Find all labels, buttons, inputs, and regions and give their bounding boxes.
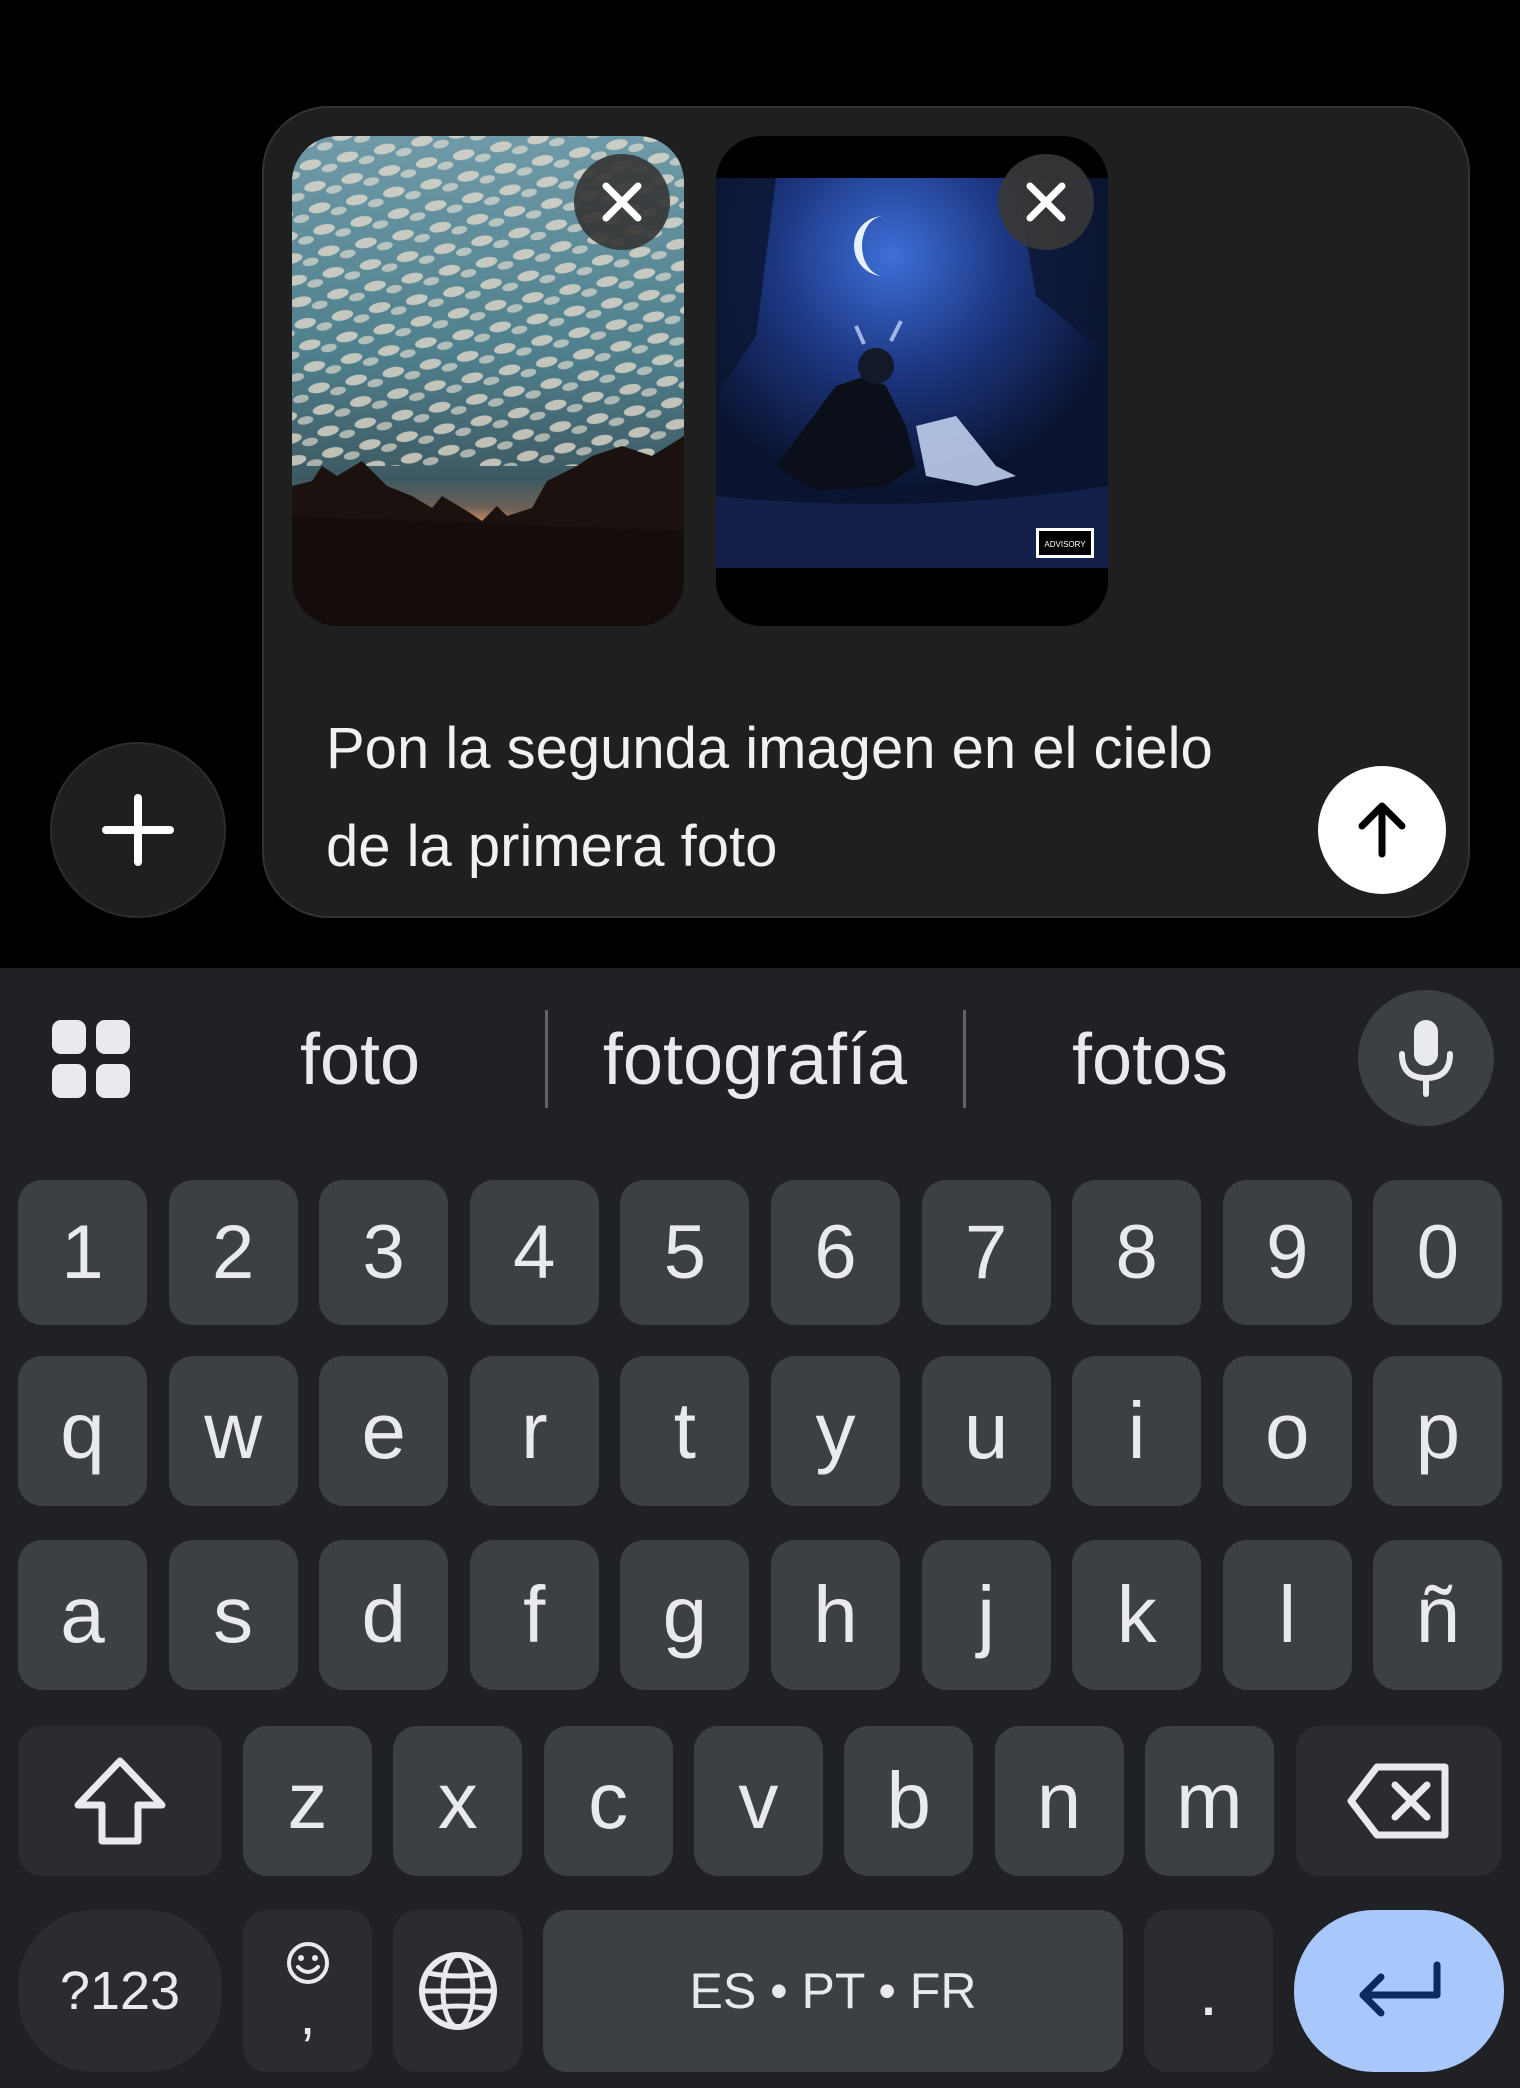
key-d[interactable]: d <box>319 1540 449 1690</box>
key-b[interactable]: b <box>844 1726 974 1876</box>
key-u[interactable]: u <box>921 1356 1051 1506</box>
shift-icon <box>74 1757 166 1845</box>
microphone-icon <box>1399 1020 1453 1097</box>
key-w[interactable]: w <box>168 1356 298 1506</box>
comma-label: , <box>299 1983 316 2046</box>
add-attachment-button[interactable] <box>50 742 226 918</box>
emoji-icon <box>286 1942 329 1984</box>
send-button[interactable] <box>1318 766 1446 894</box>
keyboard: foto fotografía fotos 1234567890 qwertyui… <box>0 968 1520 2088</box>
globe-icon <box>418 1952 497 2030</box>
key-2[interactable]: 2 <box>168 1180 298 1325</box>
key-l[interactable]: l <box>1222 1540 1352 1690</box>
language-key[interactable] <box>393 1910 522 2072</box>
key-i[interactable]: i <box>1072 1356 1202 1506</box>
suggestion-divider <box>545 1010 548 1108</box>
comma-emoji-key[interactable]: , <box>243 1910 372 2072</box>
suggestion-1[interactable]: foto <box>220 1010 500 1110</box>
prompt-input[interactable]: Pon la segunda imagen en el cielo de la … <box>326 700 1226 896</box>
key-p[interactable]: p <box>1373 1356 1503 1506</box>
remove-attachment-button[interactable] <box>998 154 1094 250</box>
key-o[interactable]: o <box>1222 1356 1352 1506</box>
key-n[interactable]: n <box>994 1726 1124 1876</box>
key-v[interactable]: v <box>693 1726 823 1876</box>
key-j[interactable]: j <box>921 1540 1051 1690</box>
key-q[interactable]: q <box>18 1356 147 1506</box>
attachment-sky-photo[interactable] <box>292 136 684 626</box>
symbols-key[interactable]: ?123 <box>18 1910 222 2072</box>
key-z[interactable]: z <box>243 1726 372 1876</box>
key-c[interactable]: c <box>543 1726 673 1876</box>
key-4[interactable]: 4 <box>469 1180 599 1325</box>
space-key[interactable]: ES • PT • FR <box>543 1910 1123 2072</box>
plus-icon <box>102 794 174 866</box>
close-icon <box>1026 182 1066 222</box>
enter-arrow-icon <box>1359 1961 1441 2017</box>
apps-grid-icon[interactable] <box>52 1020 130 1098</box>
key-a[interactable]: a <box>18 1540 147 1690</box>
key-1[interactable]: 1 <box>18 1180 147 1325</box>
key-g[interactable]: g <box>620 1540 750 1690</box>
key-3[interactable]: 3 <box>319 1180 449 1325</box>
period-key[interactable]: . <box>1144 1910 1273 2072</box>
key-r[interactable]: r <box>469 1356 599 1506</box>
key-y[interactable]: y <box>771 1356 900 1506</box>
suggestion-divider <box>963 1010 966 1108</box>
enter-key[interactable] <box>1294 1910 1504 2072</box>
key-6[interactable]: 6 <box>771 1180 900 1325</box>
key-8[interactable]: 8 <box>1072 1180 1202 1325</box>
key-s[interactable]: s <box>168 1540 298 1690</box>
arrow-up-icon <box>1358 802 1406 858</box>
key-9[interactable]: 9 <box>1222 1180 1352 1325</box>
key-x[interactable]: x <box>393 1726 523 1876</box>
remove-attachment-button[interactable] <box>574 154 670 250</box>
key-m[interactable]: m <box>1144 1726 1274 1876</box>
key-5[interactable]: 5 <box>620 1180 750 1325</box>
backspace-icon <box>1347 1763 1449 1839</box>
suggestion-3[interactable]: fotos <box>1000 1010 1300 1110</box>
key-0[interactable]: 0 <box>1373 1180 1503 1325</box>
key-7[interactable]: 7 <box>921 1180 1051 1325</box>
backspace-key[interactable] <box>1296 1726 1502 1876</box>
parental-advisory-badge: ADVISORY <box>1044 540 1086 549</box>
message-composer: ADVISORY Pon la segunda imagen en el cie… <box>262 106 1470 918</box>
attachment-album-cover[interactable]: ADVISORY <box>716 136 1108 626</box>
suggestion-bar: foto fotografía fotos <box>0 968 1520 1126</box>
shift-key[interactable] <box>18 1726 222 1876</box>
key-k[interactable]: k <box>1072 1540 1202 1690</box>
key-f[interactable]: f <box>469 1540 599 1690</box>
close-icon <box>602 182 642 222</box>
key-t[interactable]: t <box>620 1356 750 1506</box>
key-h[interactable]: h <box>771 1540 900 1690</box>
voice-input-button[interactable] <box>1358 990 1494 1126</box>
key-ñ[interactable]: ñ <box>1373 1540 1503 1690</box>
suggestion-2[interactable]: fotografía <box>570 1010 940 1110</box>
key-e[interactable]: e <box>319 1356 449 1506</box>
